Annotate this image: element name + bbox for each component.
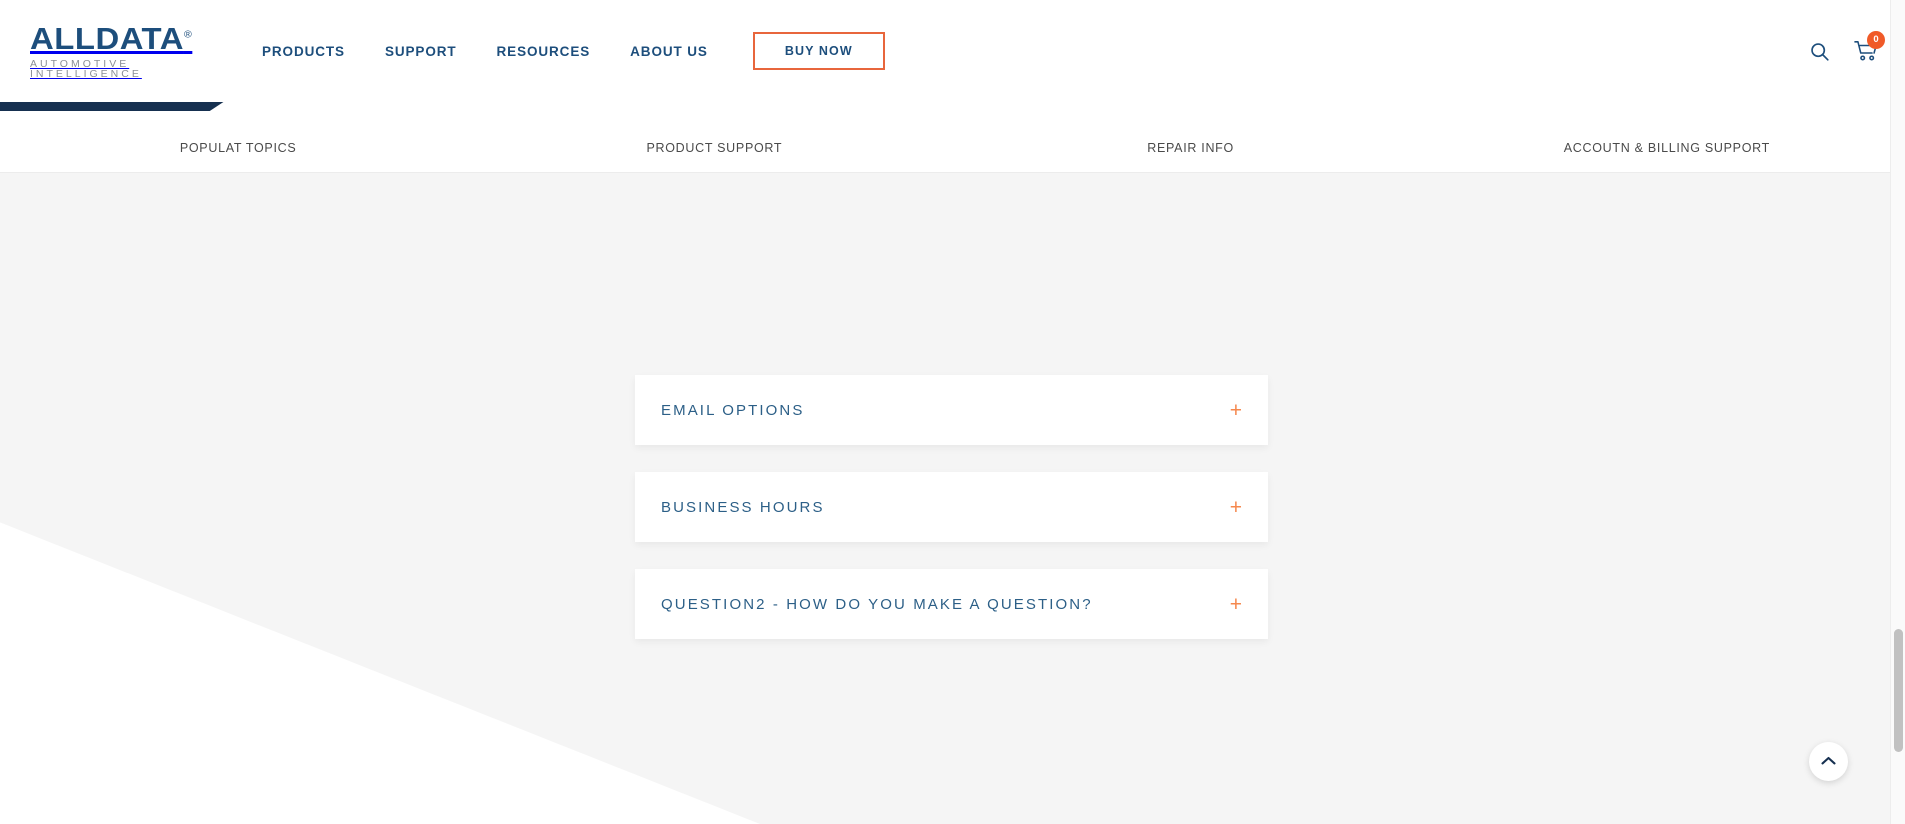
- nav-item-about-us[interactable]: ABOUT US: [610, 44, 728, 59]
- header-icon-group: 0: [1809, 0, 1885, 102]
- accordion-title: QUESTION2 - HOW DO YOU MAKE A QUESTION?: [661, 595, 1093, 613]
- accordion-title: BUSINESS HOURS: [661, 498, 825, 516]
- secondary-navigation: POPULAT TOPICS PRODUCT SUPPORT REPAIR IN…: [0, 102, 1905, 173]
- accordion-item-email-options[interactable]: EMAIL OPTIONS +: [635, 375, 1268, 445]
- accordion-item-question2[interactable]: QUESTION2 - HOW DO YOU MAKE A QUESTION? …: [635, 569, 1268, 639]
- primary-navigation: PRODUCTS SUPPORT RESOURCES ABOUT US BUY …: [242, 0, 885, 102]
- nav-item-resources[interactable]: RESOURCES: [477, 44, 611, 59]
- cart-button[interactable]: 0: [1854, 31, 1885, 62]
- page-scrollbar[interactable]: [1890, 0, 1905, 824]
- chevron-up-icon: [1821, 754, 1836, 769]
- buy-now-button[interactable]: BUY NOW: [752, 32, 885, 70]
- subnav-item-account-billing-support[interactable]: ACCOUTN & BILLING SUPPORT: [1429, 141, 1905, 155]
- accordion-title: EMAIL OPTIONS: [661, 401, 805, 419]
- alldata-logo[interactable]: ALLDATA® AUTOMOTIVE INTELLIGENCE: [30, 23, 235, 80]
- nav-item-products[interactable]: PRODUCTS: [242, 44, 365, 59]
- logo-tagline: AUTOMOTIVE INTELLIGENCE: [30, 57, 142, 80]
- logo-wordmark-text: ALLDATA: [30, 20, 184, 56]
- search-button[interactable]: [1809, 41, 1830, 62]
- plus-icon[interactable]: +: [1230, 400, 1242, 421]
- plus-icon[interactable]: +: [1230, 594, 1242, 615]
- main-content: EMAIL OPTIONS + BUSINESS HOURS + QUESTIO…: [0, 173, 1905, 824]
- site-header: ALLDATA® AUTOMOTIVE INTELLIGENCE PRODUCT…: [0, 0, 1905, 102]
- plus-icon[interactable]: +: [1230, 497, 1242, 518]
- faq-accordion: EMAIL OPTIONS + BUSINESS HOURS + QUESTIO…: [635, 375, 1268, 666]
- cart-count-badge: 0: [1867, 31, 1885, 49]
- logo-registered-mark: ®: [183, 29, 193, 41]
- subnav-item-product-support[interactable]: PRODUCT SUPPORT: [476, 141, 952, 155]
- page-root: ALLDATA® AUTOMOTIVE INTELLIGENCE PRODUCT…: [0, 0, 1905, 824]
- search-icon: [1809, 41, 1830, 62]
- logo-wordmark: ALLDATA®: [30, 23, 247, 54]
- subnav-item-popular-topics[interactable]: POPULAT TOPICS: [0, 141, 476, 155]
- subnav-item-repair-info[interactable]: REPAIR INFO: [953, 141, 1429, 155]
- scroll-to-top-button[interactable]: [1809, 742, 1848, 781]
- accordion-item-business-hours[interactable]: BUSINESS HOURS +: [635, 472, 1268, 542]
- scrollbar-thumb[interactable]: [1894, 629, 1903, 752]
- nav-item-support[interactable]: SUPPORT: [365, 44, 477, 59]
